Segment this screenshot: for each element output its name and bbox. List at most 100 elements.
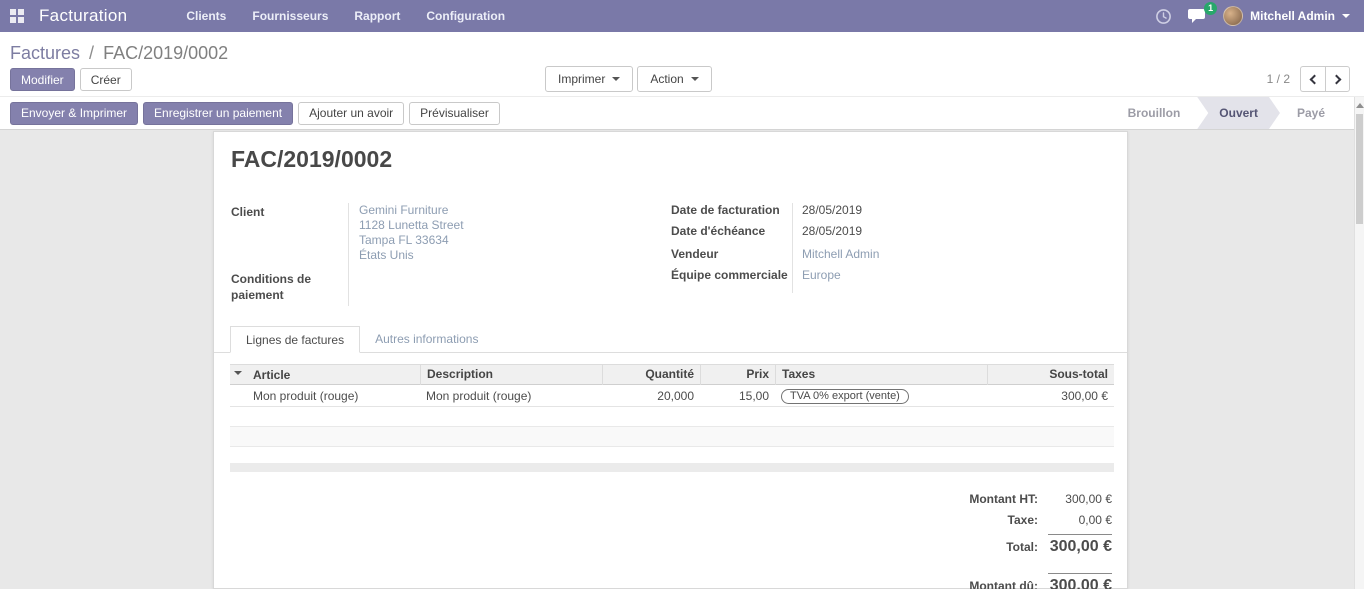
- total-label: Total:: [1006, 540, 1038, 554]
- total-row-total: Total: 300,00 €: [832, 534, 1112, 556]
- table-header-row: Article Description Quantité Prix Taxes …: [230, 364, 1114, 385]
- field-separator-line: [348, 203, 349, 306]
- edit-button[interactable]: Modifier: [10, 68, 75, 91]
- scrollbar-up-arrow-icon[interactable]: [1356, 103, 1364, 108]
- total-row-tax: Taxe: 0,00 €: [832, 513, 1112, 527]
- pager-previous-button[interactable]: [1300, 66, 1325, 92]
- breadcrumb-current: FAC/2019/0002: [103, 43, 228, 63]
- sales-team-link[interactable]: Europe: [802, 268, 841, 282]
- total-value: 300,00 €: [1048, 492, 1112, 506]
- pager-next-button[interactable]: [1325, 66, 1350, 92]
- field-label: Date de facturation: [671, 203, 780, 217]
- tab-invoice-lines[interactable]: Lignes de factures: [230, 326, 360, 353]
- navbar-right: 1 Mitchell Admin: [1155, 6, 1350, 26]
- field-salesperson: Vendeur Mitchell Admin: [671, 247, 718, 261]
- field-label: Vendeur: [671, 247, 718, 261]
- action-dropdowns: Imprimer Action: [545, 66, 712, 92]
- cell-quantity: 20,000: [602, 389, 700, 403]
- amount-due-row: Montant dû: 300,00 €: [832, 573, 1112, 589]
- preview-button[interactable]: Prévisualiser: [409, 102, 500, 125]
- user-menu[interactable]: Mitchell Admin: [1223, 6, 1350, 26]
- breadcrumb-separator: /: [89, 43, 94, 63]
- amount-due-label: Montant dû:: [969, 579, 1038, 589]
- total-row-untaxed: Montant HT: 300,00 €: [832, 492, 1112, 506]
- vertical-scrollbar[interactable]: [1354, 97, 1364, 589]
- user-avatar: [1223, 6, 1243, 26]
- scrollbar-thumb[interactable]: [1356, 114, 1363, 224]
- statusbar: Envoyer & Imprimer Enregistrer un paieme…: [0, 97, 1364, 130]
- total-value: 0,00 €: [1048, 513, 1112, 527]
- pager-buttons: [1300, 66, 1350, 92]
- tab-other-info[interactable]: Autres informations: [360, 326, 493, 353]
- print-label: Imprimer: [558, 72, 605, 86]
- client-address-line: Tampa FL 33634: [359, 233, 464, 248]
- column-header-article[interactable]: Article: [247, 368, 420, 382]
- field-value: 28/05/2019: [802, 224, 862, 238]
- status-step-brouillon[interactable]: Brouillon: [1111, 97, 1198, 129]
- table-row[interactable]: Mon produit (rouge) Mon produit (rouge) …: [230, 385, 1114, 407]
- caret-down-icon: [612, 77, 620, 85]
- tax-pill: TVA 0% export (vente): [781, 389, 909, 404]
- sort-caret-icon: [234, 371, 242, 379]
- breadcrumb: Factures / FAC/2019/0002: [10, 43, 228, 64]
- status-step-ouvert[interactable]: Ouvert: [1197, 97, 1280, 129]
- app-title[interactable]: Facturation: [39, 6, 127, 26]
- client-address-line: États Unis: [359, 248, 464, 263]
- apps-menu-icon[interactable]: [10, 9, 24, 23]
- app-window: Facturation Clients Fournisseurs Rapport…: [0, 0, 1364, 589]
- field-sales-team: Équipe commerciale Europe: [671, 268, 788, 282]
- invoice-lines-table: Article Description Quantité Prix Taxes …: [230, 364, 1114, 472]
- total-label: Montant HT:: [969, 492, 1038, 506]
- menu-clients[interactable]: Clients: [173, 0, 239, 32]
- pager-value: 1 / 2: [1267, 72, 1290, 86]
- notebook-tabs: Lignes de factures Autres informations: [214, 326, 1127, 353]
- field-due-date: Date d'échéance 28/05/2019: [671, 224, 765, 238]
- chevron-left-icon: [1310, 74, 1320, 84]
- status-step-paye[interactable]: Payé: [1280, 97, 1342, 129]
- menu-fournisseurs[interactable]: Fournisseurs: [239, 0, 341, 32]
- salesperson-link[interactable]: Mitchell Admin: [802, 247, 879, 261]
- statusbar-buttons: Envoyer & Imprimer Enregistrer un paieme…: [10, 102, 500, 125]
- field-invoice-date: Date de facturation 28/05/2019: [671, 203, 780, 217]
- column-header-price[interactable]: Prix: [700, 364, 775, 385]
- table-footer-strip: [230, 463, 1114, 472]
- menu-configuration[interactable]: Configuration: [413, 0, 518, 32]
- column-header-taxes[interactable]: Taxes: [775, 364, 987, 385]
- main-menu: Clients Fournisseurs Rapport Configurati…: [173, 0, 518, 32]
- caret-down-icon: [691, 77, 699, 85]
- invoice-sheet: FAC/2019/0002 Client Gemini Furniture 11…: [213, 131, 1128, 589]
- column-header-subtotal[interactable]: Sous-total: [987, 364, 1114, 385]
- column-header-description[interactable]: Description: [420, 364, 602, 385]
- send-print-button[interactable]: Envoyer & Imprimer: [10, 102, 138, 125]
- action-dropdown-button[interactable]: Action: [637, 66, 711, 92]
- add-credit-note-button[interactable]: Ajouter un avoir: [298, 102, 404, 125]
- chevron-down-icon: [1342, 14, 1350, 22]
- create-button[interactable]: Créer: [80, 68, 132, 91]
- form-content: FAC/2019/0002 Client Gemini Furniture 11…: [0, 130, 1364, 589]
- cell-description: Mon produit (rouge): [420, 389, 602, 403]
- cell-price: 15,00: [700, 389, 775, 403]
- field-label: Date d'échéance: [671, 224, 765, 238]
- cell-taxes: TVA 0% export (vente): [775, 388, 987, 404]
- chevron-right-icon: [1331, 74, 1341, 84]
- print-dropdown-button[interactable]: Imprimer: [545, 66, 633, 92]
- user-name: Mitchell Admin: [1250, 9, 1335, 23]
- column-header-quantity[interactable]: Quantité: [602, 364, 700, 385]
- messages-chat-icon[interactable]: 1: [1188, 8, 1207, 24]
- empty-table-row: [230, 427, 1114, 447]
- total-label: Taxe:: [1008, 513, 1038, 527]
- activity-clock-icon[interactable]: [1155, 8, 1172, 25]
- amount-due-value: 300,00 €: [1048, 573, 1112, 589]
- menu-rapport[interactable]: Rapport: [341, 0, 413, 32]
- messages-count-badge: 1: [1204, 2, 1217, 15]
- total-value: 300,00 €: [1048, 534, 1112, 556]
- top-navbar: Facturation Clients Fournisseurs Rapport…: [0, 0, 1364, 32]
- invoice-number-title: FAC/2019/0002: [231, 146, 392, 173]
- field-label: Équipe commerciale: [671, 268, 788, 282]
- field-value: 28/05/2019: [802, 203, 862, 217]
- register-payment-button[interactable]: Enregistrer un paiement: [143, 102, 293, 125]
- breadcrumb-factures-link[interactable]: Factures: [10, 43, 80, 63]
- cell-article: Mon produit (rouge): [247, 389, 420, 403]
- client-name-link[interactable]: Gemini Furniture: [359, 203, 464, 218]
- empty-table-row: [230, 447, 1114, 463]
